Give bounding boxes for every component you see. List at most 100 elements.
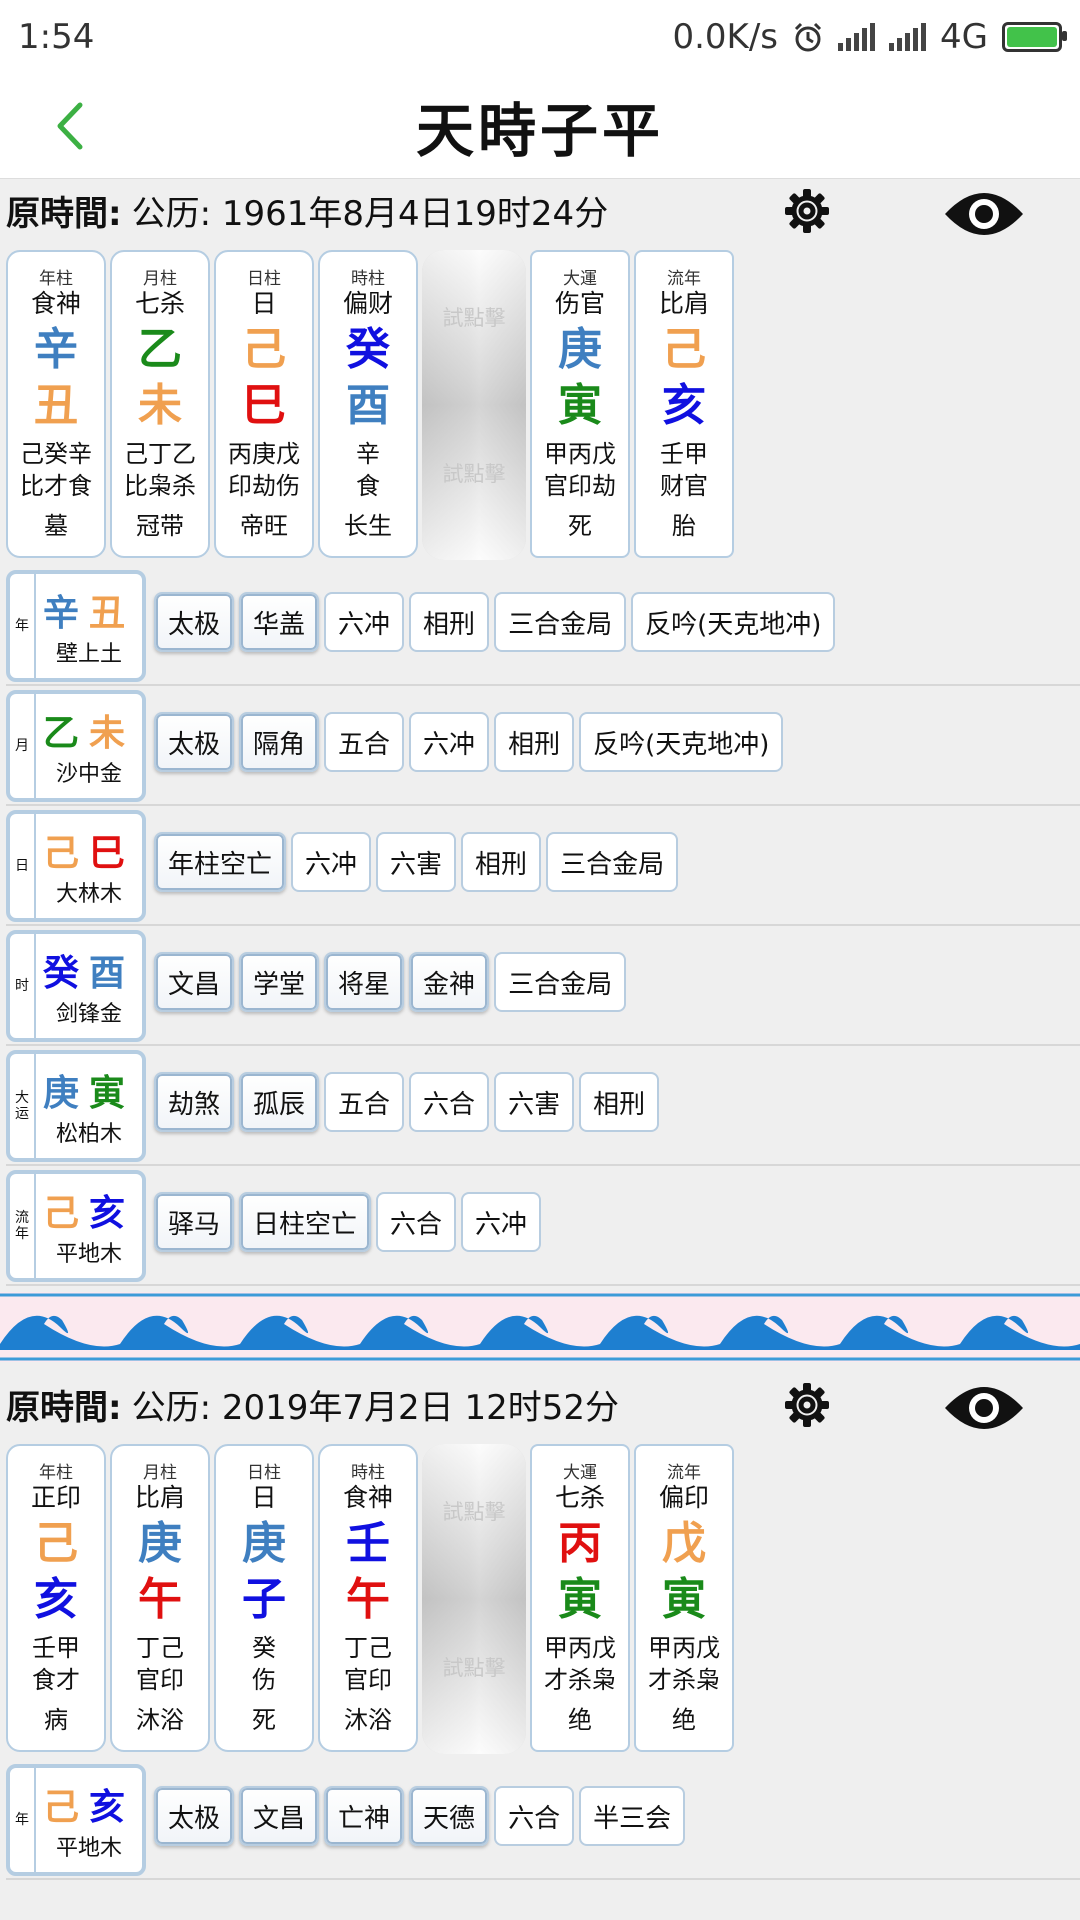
row-side-label: 大运 <box>10 1054 36 1158</box>
pillar-card[interactable]: 日柱日己巳丙庚戊 印劫伤 帝旺 <box>214 250 314 558</box>
shensha-tag[interactable]: 隔角 <box>239 712 320 772</box>
shensha-tag[interactable]: 反吟(天克地冲) <box>579 712 784 772</box>
original-time-row: 原時間: 公历: 1961年8月4日19时24分 <box>6 180 1076 240</box>
pillar-card[interactable]: 月柱 比肩庚午丁己 官印 沐浴 <box>110 1444 210 1752</box>
shensha-tag[interactable]: 文昌 <box>154 952 235 1012</box>
shensha-tag[interactable]: 金神 <box>409 952 490 1012</box>
shensha-tag[interactable]: 相刑 <box>461 832 542 892</box>
hidden-stems: 癸 <box>252 1634 276 1662</box>
eye-icon[interactable] <box>943 186 1025 242</box>
shensha-tag[interactable]: 六害 <box>494 1072 575 1132</box>
shensha-tag[interactable]: 六合 <box>376 1192 457 1252</box>
pillar-card[interactable]: 時柱 偏财癸酉辛食长生 <box>318 250 418 558</box>
row-ganzhi: 乙未 <box>43 704 135 756</box>
row-pillar-card[interactable]: 日己巳 大林木 <box>6 810 146 922</box>
shensha-tag[interactable]: 六害 <box>376 832 457 892</box>
pillar-stem: 庚 <box>138 1518 182 1569</box>
shensha-tag[interactable]: 五合 <box>324 712 405 772</box>
row-branch: 酉 <box>89 952 136 994</box>
hidden-gods: 食才 <box>32 1666 80 1694</box>
pillar-card[interactable]: 大運 伤官庚寅甲丙戊 官印劫死 <box>530 250 630 558</box>
tap-hint-top: 試點擊 <box>442 306 506 330</box>
network-speed: 0.0K/s <box>672 17 779 57</box>
pillar-card[interactable]: 時柱 食神壬午丁己 官印 沐浴 <box>318 1444 418 1752</box>
shensha-tag[interactable]: 太极 <box>154 1786 235 1846</box>
row-side-label: 年 <box>10 574 36 678</box>
battery-icon <box>1002 22 1067 52</box>
shensha-tag[interactable]: 相刑 <box>579 1072 660 1132</box>
shensha-tag[interactable]: 六冲 <box>291 832 372 892</box>
shensha-tag[interactable]: 华盖 <box>239 592 320 652</box>
gear-icon[interactable] <box>782 1380 832 1430</box>
pillar-hidden-stems: 甲丙戊 才杀枭 <box>544 1632 616 1696</box>
original-time-label: 原時間: <box>6 193 122 234</box>
tag-list: 文昌 学堂 将星 金神 三合金局 <box>154 952 627 1012</box>
original-time-row: 原時間: 公历: 2019年7月2日 12时52分 <box>6 1374 1076 1434</box>
hidden-stems: 甲丙戊 <box>648 1634 720 1662</box>
hidden-stems: 丁己 <box>136 1634 184 1662</box>
shensha-tag[interactable]: 太极 <box>154 592 235 652</box>
pillar-phase: 绝 <box>568 1706 592 1734</box>
tap-placeholder[interactable]: 試點擊 試點擊 <box>422 250 526 560</box>
pillar-hidden-stems: 壬甲 财官 <box>660 438 708 502</box>
pillar-label: 流年 <box>667 269 701 289</box>
shensha-tag[interactable]: 相刑 <box>494 712 575 772</box>
shensha-tag[interactable]: 劫煞 <box>154 1072 235 1132</box>
row-pillar-card[interactable]: 年己亥 平地木 <box>6 1764 146 1876</box>
pillar-card[interactable]: 大運 七杀丙寅甲丙戊 才杀枭绝 <box>530 1444 630 1752</box>
shensha-tag[interactable]: 年柱空亡 <box>154 832 287 892</box>
shensha-tag[interactable]: 三合金局 <box>494 952 627 1012</box>
back-button[interactable] <box>40 96 100 156</box>
tap-hint-bottom: 試點擊 <box>442 462 506 486</box>
tap-placeholder[interactable]: 試點擊 試點擊 <box>422 1444 526 1754</box>
shensha-tag[interactable]: 天德 <box>409 1786 490 1846</box>
shensha-tag[interactable]: 反吟(天克地冲) <box>631 592 836 652</box>
row-branch: 寅 <box>89 1072 136 1114</box>
shensha-tag[interactable]: 六合 <box>409 1072 490 1132</box>
pillar-card[interactable]: 流年 比肩己亥壬甲 财官胎 <box>634 250 734 558</box>
shensha-tag[interactable]: 亡神 <box>324 1786 405 1846</box>
shensha-tag[interactable]: 相刑 <box>409 592 490 652</box>
row-pillar-card[interactable]: 月乙未 沙中金 <box>6 690 146 802</box>
pillar-branch: 午 <box>346 1574 390 1625</box>
pillar-card[interactable]: 日柱日庚子癸伤死 <box>214 1444 314 1752</box>
shensha-tag[interactable]: 六合 <box>494 1786 575 1846</box>
row-pillar-card[interactable]: 时癸酉 剑锋金 <box>6 930 146 1042</box>
shensha-tag[interactable]: 六冲 <box>324 592 405 652</box>
pillar-card[interactable]: 流年 偏印戊寅甲丙戊 才杀枭绝 <box>634 1444 734 1752</box>
shensha-tag[interactable]: 三合金局 <box>546 832 679 892</box>
shensha-tag[interactable]: 日柱空亡 <box>239 1192 372 1252</box>
pillar-card[interactable]: 年柱 正印己亥壬甲 食才病 <box>6 1444 106 1752</box>
shensha-tag[interactable]: 六冲 <box>461 1192 542 1252</box>
row-pillar-card[interactable]: 流年 己亥 平地木 <box>6 1170 146 1282</box>
chart-section-2: 原時間: 公历: 2019年7月2日 12时52分 年柱 正印己亥壬甲 食才病月柱比… <box>0 1374 1080 1920</box>
row-stem: 癸 <box>42 952 89 994</box>
shensha-tag[interactable]: 驿马 <box>154 1192 235 1252</box>
pillar-label: 年柱 <box>39 1463 73 1483</box>
shensha-tag[interactable]: 六冲 <box>409 712 490 772</box>
eye-icon[interactable] <box>943 1380 1025 1436</box>
row-nayin: 剑锋金 <box>55 1002 122 1027</box>
row-divider <box>6 1044 1080 1046</box>
row-pillar-card[interactable]: 大运 庚寅 松柏木 <box>6 1050 146 1162</box>
gear-icon[interactable] <box>782 186 832 236</box>
status-bar: 1:54 0.0K/s 4G <box>0 0 1080 74</box>
pillar-label: 月柱 <box>143 269 177 289</box>
pillar-phase: 死 <box>568 512 592 540</box>
status-time: 1:54 <box>18 17 95 57</box>
shensha-tag[interactable]: 孤辰 <box>239 1072 320 1132</box>
pillar-card[interactable]: 年柱 食神辛丑己癸辛 比才食墓 <box>6 250 106 558</box>
row-pillar-card[interactable]: 年辛丑 壁上土 <box>6 570 146 682</box>
shensha-tag[interactable]: 文昌 <box>239 1786 320 1846</box>
row-side-label: 月 <box>10 694 36 798</box>
shensha-tag[interactable]: 学堂 <box>239 952 320 1012</box>
shensha-tag[interactable]: 半三会 <box>579 1786 686 1846</box>
shensha-tag[interactable]: 五合 <box>324 1072 405 1132</box>
tag-list: 太极 华盖 六冲 相刑 三合金局 反吟(天克地冲) <box>154 592 836 652</box>
pillar-stem: 丙 <box>558 1518 602 1569</box>
shensha-tag[interactable]: 三合金局 <box>494 592 627 652</box>
pillar-stem: 癸 <box>346 324 390 375</box>
shensha-tag[interactable]: 将星 <box>324 952 405 1012</box>
pillar-card[interactable]: 月柱 七杀乙未己丁乙 比枭杀 冠带 <box>110 250 210 558</box>
shensha-tag[interactable]: 太极 <box>154 712 235 772</box>
